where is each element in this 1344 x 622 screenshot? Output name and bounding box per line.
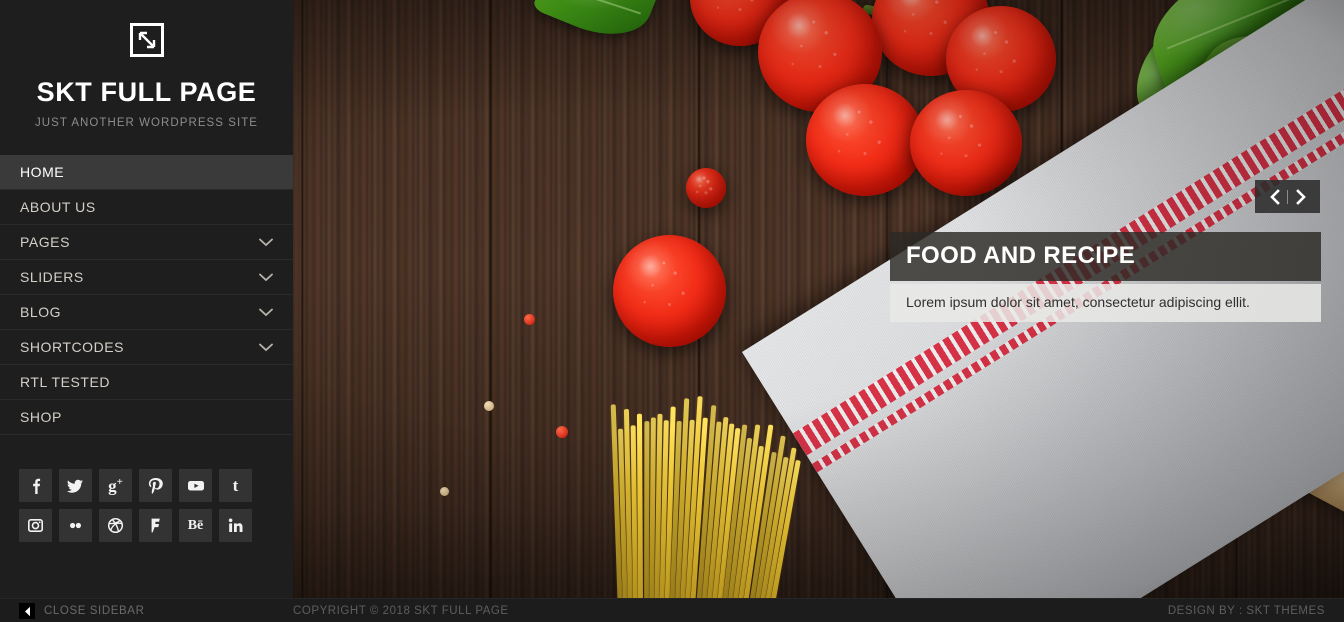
close-sidebar-button[interactable]: CLOSE SIDEBAR [19, 599, 144, 622]
site-branding: SKT FULL PAGE JUST ANOTHER WORDPRESS SIT… [0, 0, 293, 129]
sidebar-item-label: ABOUT US [20, 199, 96, 215]
page-root: FOOD AND RECIPE Lorem ipsum dolor sit am… [0, 0, 1344, 622]
chevron-down-icon[interactable] [259, 273, 273, 282]
sidebar-item-label: SLIDERS [20, 269, 84, 285]
sidebar-item-about-us[interactable]: ABOUT US [0, 190, 293, 225]
dribbble-icon[interactable] [99, 509, 132, 542]
linkedin-icon[interactable] [219, 509, 252, 542]
sidebar-item-label: BLOG [20, 304, 62, 320]
flickr-icon[interactable] [59, 509, 92, 542]
main-navigation: HOME ABOUT US PAGES SLIDERS BLOG SHORTCO… [0, 155, 293, 435]
site-tagline: JUST ANOTHER WORDPRESS SITE [34, 117, 259, 129]
slide-caption-desc-bar: Lorem ipsum dolor sit amet, consectetur … [890, 284, 1321, 322]
slide-caption: FOOD AND RECIPE Lorem ipsum dolor sit am… [890, 232, 1321, 322]
chevron-right-icon [1295, 188, 1308, 205]
chevron-down-icon[interactable] [259, 238, 273, 247]
youtube-icon[interactable] [179, 469, 212, 502]
slider-next-button[interactable] [1288, 180, 1314, 213]
foursquare-icon[interactable] [139, 509, 172, 542]
slider-navigation[interactable] [1255, 180, 1320, 213]
googleplus-icon[interactable]: g+ [99, 469, 132, 502]
sidebar-item-shortcodes[interactable]: SHORTCODES [0, 330, 293, 365]
chevron-left-icon [1268, 188, 1281, 205]
footer-bar: CLOSE SIDEBAR COPYRIGHT © 2018 SKT FULL … [0, 598, 1344, 622]
social-row-2: Bē [19, 509, 274, 542]
tumblr-icon[interactable]: t [219, 469, 252, 502]
sidebar-item-rtl-tested[interactable]: RTL TESTED [0, 365, 293, 400]
sidebar-item-blog[interactable]: BLOG [0, 295, 293, 330]
sidebar-item-label: SHOP [20, 409, 62, 425]
sidebar-item-home[interactable]: HOME [0, 155, 293, 190]
pinterest-icon[interactable] [139, 469, 172, 502]
sidebar-item-label: PAGES [20, 234, 70, 250]
caret-left-icon [19, 603, 35, 619]
sidebar-item-sliders[interactable]: SLIDERS [0, 260, 293, 295]
sidebar-item-label: HOME [20, 164, 65, 180]
slider-prev-button[interactable] [1261, 180, 1287, 213]
social-row-1: g+ t [19, 469, 274, 502]
close-sidebar-label: CLOSE SIDEBAR [44, 605, 145, 617]
sidebar-item-label: SHORTCODES [20, 339, 125, 355]
social-links: g+ t Bē [0, 435, 293, 542]
copyright-text: COPYRIGHT © 2018 SKT FULL PAGE [293, 605, 509, 617]
sidebar-item-pages[interactable]: PAGES [0, 225, 293, 260]
behance-icon[interactable]: Bē [179, 509, 212, 542]
slide-title: FOOD AND RECIPE [906, 242, 1136, 269]
slide-caption-title-bar: FOOD AND RECIPE [890, 232, 1321, 282]
sidebar-item-shop[interactable]: SHOP [0, 400, 293, 435]
instagram-icon[interactable] [19, 509, 52, 542]
chevron-down-icon[interactable] [259, 308, 273, 317]
chevron-down-icon[interactable] [259, 343, 273, 352]
sidebar-item-label: RTL TESTED [20, 374, 111, 390]
twitter-icon[interactable] [59, 469, 92, 502]
fullscreen-expand-icon[interactable] [129, 22, 165, 58]
facebook-icon[interactable] [19, 469, 52, 502]
page-title[interactable]: SKT FULL PAGE [0, 77, 293, 108]
slide-description: Lorem ipsum dolor sit amet, consectetur … [906, 294, 1250, 311]
sidebar: SKT FULL PAGE JUST ANOTHER WORDPRESS SIT… [0, 0, 293, 598]
design-by-text: DESIGN BY : SKT THEMES [1167, 605, 1325, 617]
